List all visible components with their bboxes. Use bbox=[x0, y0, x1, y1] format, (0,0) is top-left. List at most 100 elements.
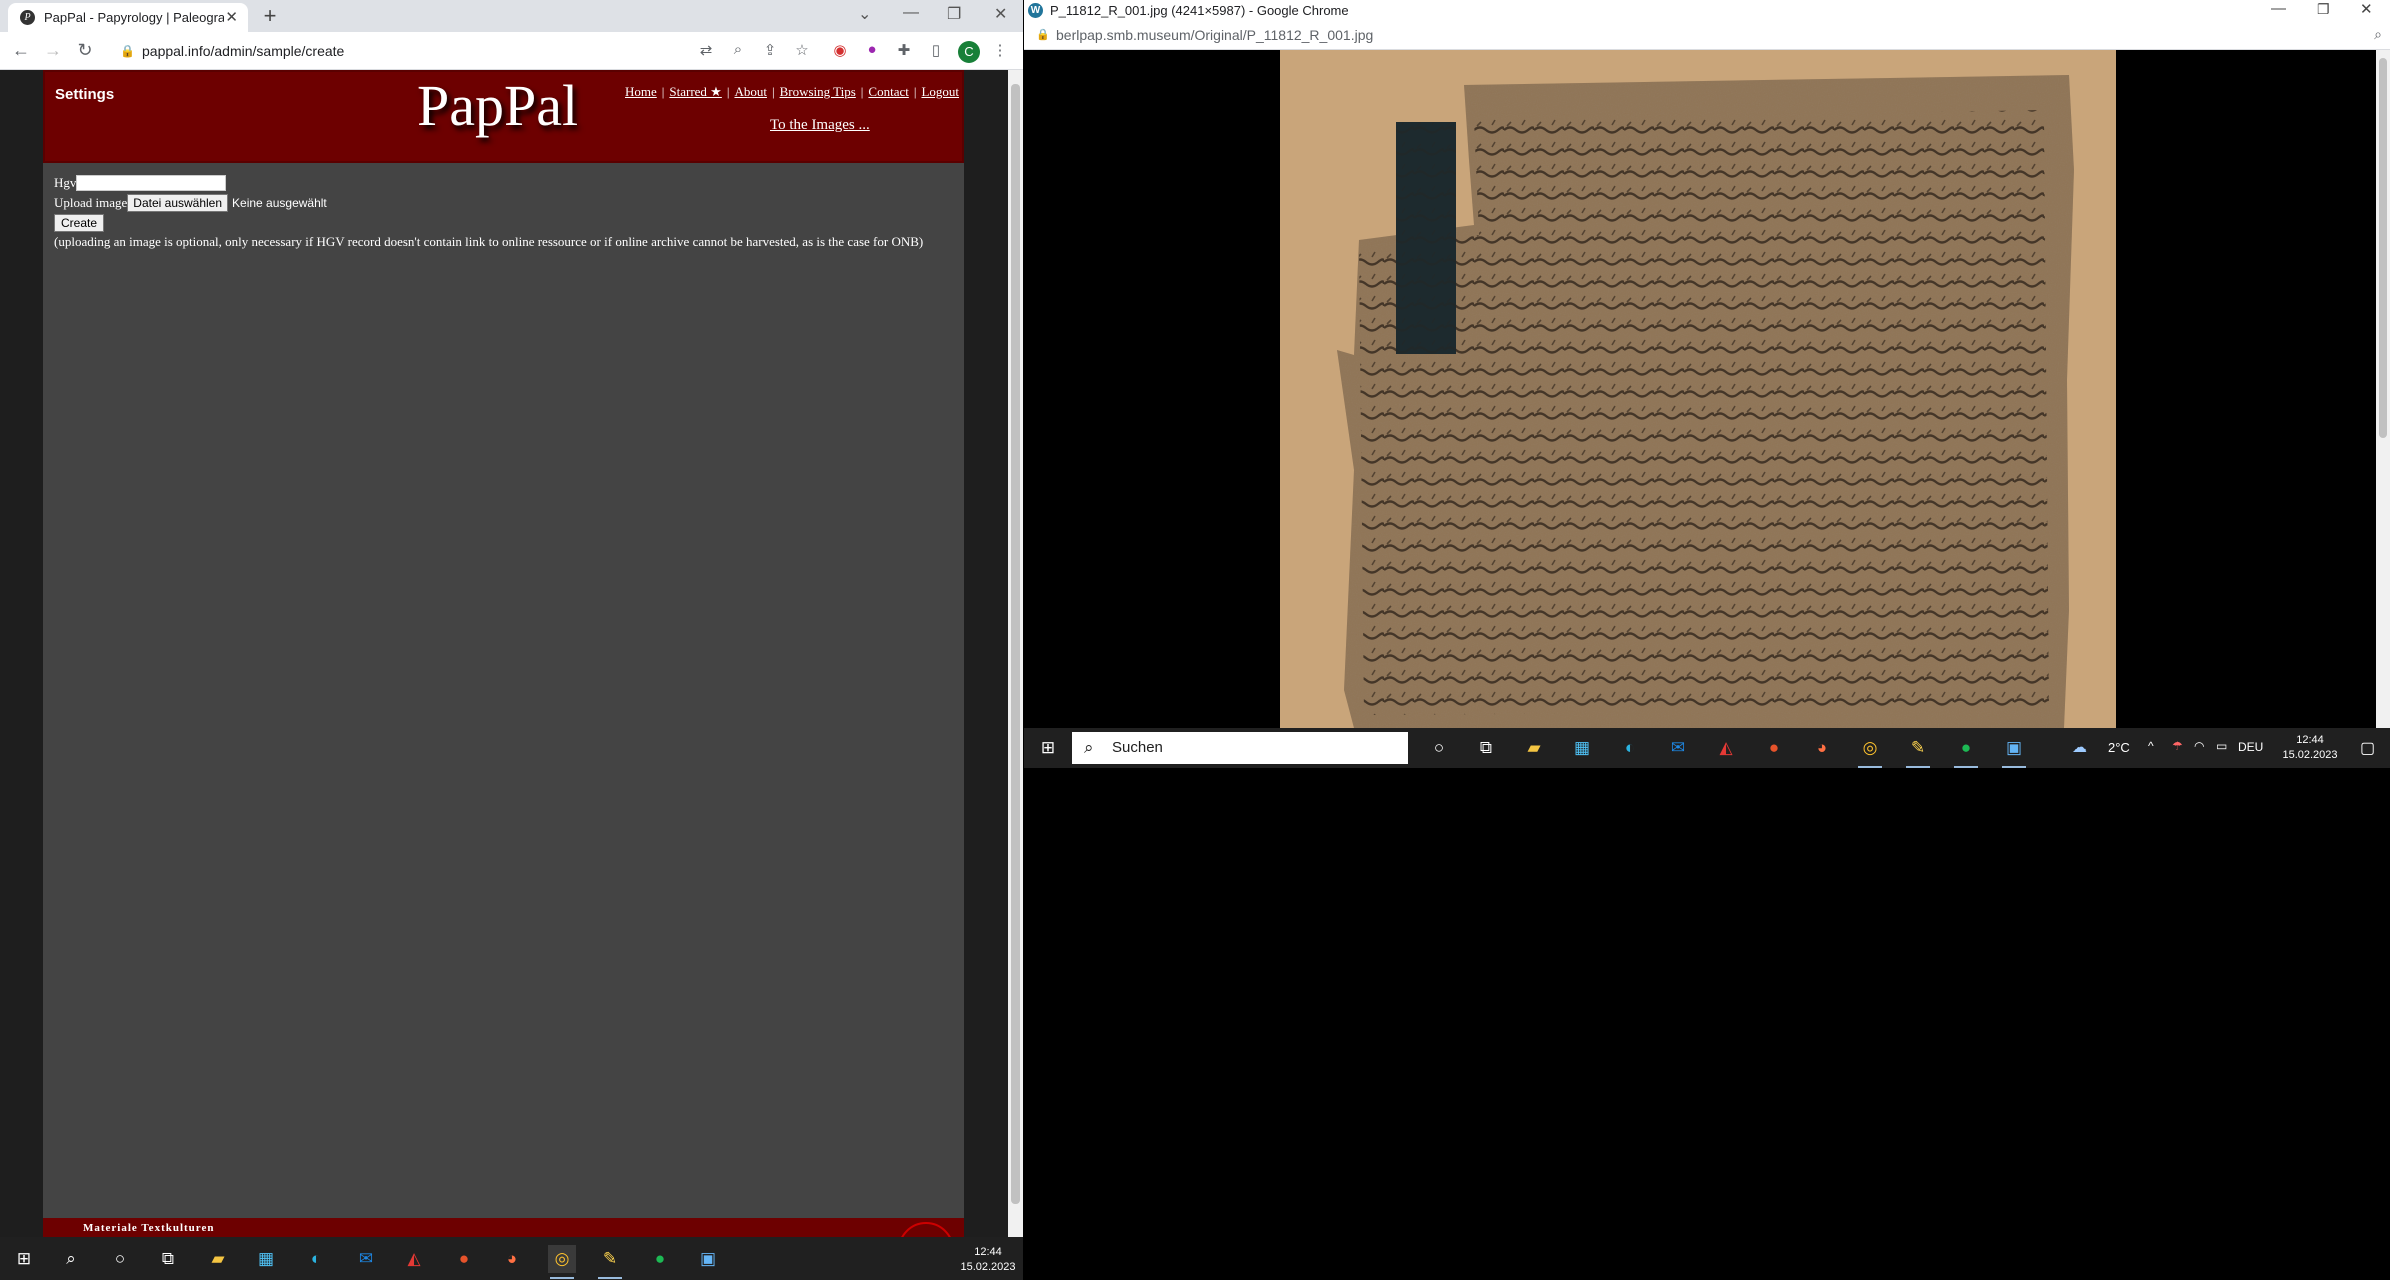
back-icon[interactable]: ← bbox=[10, 40, 32, 61]
taskbar-secondary: ⊞ ⌕ Suchen ○ ⧉ ▰ ▦ ◐ ✉ ◭ ● ◕ ◎ ✎ ● ▣ ☁ 2… bbox=[1024, 728, 2390, 768]
photos-icon[interactable]: ▣ bbox=[694, 1245, 722, 1273]
weather-temp[interactable]: 2°C bbox=[2108, 740, 2130, 755]
tab-pappal[interactable]: P PapPal - Papyrology | Paleography ✕ bbox=[8, 3, 248, 32]
new-tab-icon[interactable]: + bbox=[258, 4, 282, 28]
minimize-icon[interactable]: — bbox=[2271, 0, 2286, 17]
image-scrollbar[interactable] bbox=[2376, 50, 2390, 728]
scrollbar-thumb[interactable] bbox=[2379, 58, 2387, 438]
no-file-status: Keine ausgewählt bbox=[232, 196, 327, 210]
store-icon[interactable]: ▦ bbox=[252, 1245, 280, 1273]
image-viewport bbox=[1024, 50, 2376, 728]
nav-about[interactable]: About bbox=[734, 84, 767, 99]
address-bar[interactable]: 🔒 berlpap.smb.museum/Original/P_11812_R_… bbox=[1024, 22, 2390, 50]
battery-icon[interactable]: ▭ bbox=[2216, 739, 2227, 753]
edge-icon[interactable]: ◐ bbox=[302, 1245, 330, 1273]
footer-text: Materiale Textkulturen bbox=[83, 1222, 215, 1234]
page-scrollbar[interactable] bbox=[1008, 70, 1023, 1237]
chrome-icon[interactable]: ◎ bbox=[548, 1245, 576, 1279]
clock-time: 12:44 bbox=[974, 1246, 1002, 1258]
minimize-icon[interactable]: — bbox=[903, 4, 919, 22]
notes-icon[interactable]: ✎ bbox=[596, 1245, 624, 1279]
cortana-icon[interactable]: ○ bbox=[106, 1245, 134, 1273]
close-window-icon[interactable]: ✕ bbox=[2360, 0, 2373, 18]
translate-icon[interactable]: ⇄ bbox=[696, 41, 716, 59]
lock-icon: 🔒 bbox=[1036, 29, 1050, 41]
share-icon[interactable]: ⇪ bbox=[760, 41, 780, 59]
profile-avatar[interactable]: C bbox=[958, 41, 980, 63]
choose-file-button[interactable]: Datei auswählen bbox=[127, 194, 229, 212]
lock-icon: 🔒 bbox=[120, 44, 135, 58]
papyrus-image[interactable] bbox=[1024, 50, 2376, 728]
wordpress-favicon-icon: W bbox=[1028, 3, 1043, 18]
taskbar-clock[interactable]: 12:44 15.02.2023 bbox=[955, 1245, 1021, 1275]
site-logo: PapPal bbox=[417, 73, 579, 138]
bookmark-star-icon[interactable]: ☆ bbox=[792, 41, 812, 59]
nav-home[interactable]: Home bbox=[625, 84, 657, 99]
extension-purple-icon[interactable]: ● bbox=[862, 41, 882, 58]
mail-icon[interactable]: ✉ bbox=[1664, 734, 1692, 762]
nav-browsing-tips[interactable]: Browsing Tips bbox=[780, 84, 856, 99]
to-images-link[interactable]: To the Images ... bbox=[770, 117, 870, 134]
spotify-icon[interactable]: ● bbox=[1952, 734, 1980, 768]
task-view-icon[interactable]: ⧉ bbox=[1472, 734, 1500, 762]
store-icon[interactable]: ▦ bbox=[1568, 734, 1596, 762]
taskbar-clock[interactable]: 12:44 15.02.2023 bbox=[2278, 733, 2342, 763]
powerpoint-icon[interactable]: ● bbox=[1760, 734, 1788, 762]
clock-time: 12:44 bbox=[2296, 734, 2324, 746]
close-window-icon[interactable]: ✕ bbox=[994, 4, 1007, 24]
restore-icon[interactable]: ❐ bbox=[2317, 1, 2330, 18]
language-indicator[interactable]: DEU bbox=[2238, 740, 2263, 754]
spotify-icon[interactable]: ● bbox=[646, 1245, 674, 1273]
nav-logout[interactable]: Logout bbox=[921, 84, 959, 99]
restore-icon[interactable]: ❐ bbox=[947, 4, 961, 24]
firefox-icon[interactable]: ◕ bbox=[1808, 734, 1836, 762]
zoom-icon[interactable]: ⌕ bbox=[2374, 26, 2382, 43]
right-browser-window: W P_11812_R_001.jpg (4241×5987) - Google… bbox=[1024, 0, 2390, 768]
cortana-icon[interactable]: ○ bbox=[1425, 734, 1453, 762]
create-sample-form: Hgv Upload image Datei auswählen Keine aus… bbox=[54, 175, 923, 250]
taskbar-search[interactable]: ⌕ Suchen bbox=[1072, 732, 1408, 764]
reload-icon[interactable]: ↻ bbox=[74, 40, 96, 61]
window-title-bar: W P_11812_R_001.jpg (4241×5987) - Google… bbox=[1024, 0, 2390, 22]
extension-red-icon[interactable]: ◉ bbox=[830, 41, 850, 59]
nav-contact[interactable]: Contact bbox=[868, 84, 908, 99]
main-nav: Home | Starred ★ | About | Browsing Tips | Conta… bbox=[625, 84, 960, 99]
windows-start-icon[interactable]: ⊞ bbox=[10, 1245, 38, 1273]
create-button[interactable]: Create bbox=[54, 214, 105, 232]
close-tab-icon[interactable]: ✕ bbox=[225, 8, 238, 26]
notes-icon[interactable]: ✎ bbox=[1904, 734, 1932, 768]
nav-starred[interactable]: Starred ★ bbox=[669, 84, 721, 99]
forward-icon[interactable]: → bbox=[42, 40, 64, 61]
tray-chevron-icon[interactable]: ^ bbox=[2148, 739, 2154, 753]
extensions-puzzle-icon[interactable]: ✚ bbox=[894, 41, 914, 59]
side-panel-icon[interactable]: ▯ bbox=[926, 41, 946, 59]
acrobat-icon[interactable]: ◭ bbox=[1712, 734, 1740, 762]
search-icon: ⌕ bbox=[1084, 738, 1094, 757]
windows-start-icon[interactable]: ⊞ bbox=[1034, 734, 1062, 762]
file-explorer-icon[interactable]: ▰ bbox=[204, 1245, 232, 1273]
hgv-label: Hgv bbox=[54, 175, 77, 190]
firefox-icon[interactable]: ◕ bbox=[498, 1245, 526, 1273]
photos-icon[interactable]: ▣ bbox=[2000, 734, 2028, 768]
powerpoint-icon[interactable]: ● bbox=[450, 1245, 478, 1273]
notifications-icon[interactable]: ▢ bbox=[2360, 738, 2375, 758]
task-view-icon[interactable]: ⧉ bbox=[154, 1245, 182, 1273]
mail-icon[interactable]: ✉ bbox=[352, 1245, 380, 1273]
menu-kebab-icon[interactable]: ⋮ bbox=[990, 41, 1010, 59]
settings-link[interactable]: Settings bbox=[55, 86, 114, 103]
search-icon[interactable]: ⌕ bbox=[57, 1245, 85, 1273]
hgv-input[interactable] bbox=[76, 175, 227, 191]
chrome-icon[interactable]: ◎ bbox=[1856, 734, 1884, 768]
upload-note: (uploading an image is optional, only ne… bbox=[54, 234, 924, 249]
edge-icon[interactable]: ◐ bbox=[1616, 734, 1644, 762]
zoom-icon[interactable]: ⌕ bbox=[728, 41, 748, 58]
wifi-icon[interactable]: ◠ bbox=[2194, 739, 2204, 753]
site-footer: Materiale Textkulturen bbox=[43, 1218, 964, 1278]
tray-security-icon[interactable]: ☂ bbox=[2172, 739, 2183, 753]
scrollbar-thumb[interactable] bbox=[1011, 84, 1020, 1204]
upload-image-label: Upload image bbox=[54, 195, 128, 210]
file-explorer-icon[interactable]: ▰ bbox=[1520, 734, 1548, 762]
weather-cloud-icon[interactable]: ☁ bbox=[2072, 738, 2087, 756]
acrobat-icon[interactable]: ◭ bbox=[400, 1245, 428, 1273]
tab-search-icon[interactable]: ⌄ bbox=[858, 4, 871, 24]
